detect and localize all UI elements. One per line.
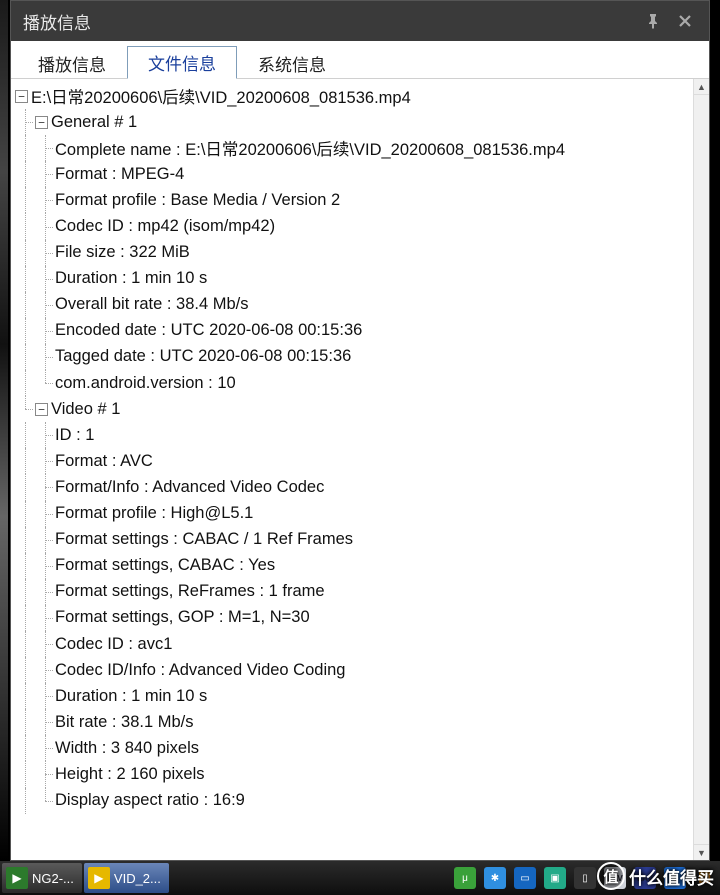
tree-item-1-5[interactable]: Format settings, CABAC : Yes xyxy=(15,553,693,579)
phone-icon[interactable]: ▯ xyxy=(574,867,596,889)
tree-item-0-4-label: File size : 322 MiB xyxy=(55,243,190,262)
tree-item-1-2[interactable]: Format/Info : Advanced Video Codec xyxy=(15,474,693,500)
vertical-scrollbar[interactable]: ▲ ▼ xyxy=(693,79,709,860)
utorrent-icon[interactable]: μ xyxy=(454,867,476,889)
tree-item-0-7[interactable]: Encoded date : UTC 2020-06-08 00:15:36 xyxy=(15,318,693,344)
tree-item-1-12[interactable]: Width : 3 840 pixels xyxy=(15,735,693,761)
tree-item-0-5[interactable]: Duration : 1 min 10 s xyxy=(15,266,693,292)
tree-item-1-13-label: Height : 2 160 pixels xyxy=(55,765,205,784)
taskbar-task-1[interactable]: ▶ VID_2... xyxy=(84,863,169,893)
system-tray: μ ✱ ▭ ▣ ▯ LAV LAV ✲ 📶 xyxy=(454,867,720,889)
tree-item-1-3-label: Format profile : High@L5.1 xyxy=(55,504,253,523)
tab-0[interactable]: 播放信息 xyxy=(17,46,127,79)
lav-video-icon[interactable]: LAV xyxy=(634,867,656,889)
tree-item-0-5-label: Duration : 1 min 10 s xyxy=(55,269,207,288)
pin-button[interactable] xyxy=(641,9,665,33)
lav-splitter-icon[interactable]: LAV xyxy=(604,867,626,889)
tree-section-0-label: General # 1 xyxy=(51,113,137,132)
tree-item-0-8[interactable]: Tagged date : UTC 2020-06-08 00:15:36 xyxy=(15,344,693,370)
wifi-icon[interactable]: 📶 xyxy=(694,867,716,889)
tab-1[interactable]: 文件信息 xyxy=(127,46,237,79)
tree-item-1-8-label: Codec ID : avc1 xyxy=(55,635,172,654)
tree-item-1-5-label: Format settings, CABAC : Yes xyxy=(55,556,275,575)
tree-section-1-label: Video # 1 xyxy=(51,400,120,419)
tree-item-1-7-label: Format settings, GOP : M=1, N=30 xyxy=(55,608,310,627)
tree-item-0-9[interactable]: com.android.version : 10 xyxy=(15,370,693,396)
tree-item-1-6-label: Format settings, ReFrames : 1 frame xyxy=(55,582,325,601)
tree-item-1-1-label: Format : AVC xyxy=(55,452,153,471)
tree-item-0-9-label: com.android.version : 10 xyxy=(55,374,236,393)
tree-section-1[interactable]: −Video # 1 xyxy=(15,396,693,422)
tree-item-0-7-label: Encoded date : UTC 2020-06-08 00:15:36 xyxy=(55,321,362,340)
scroll-up-button[interactable]: ▲ xyxy=(694,79,709,95)
task-icon: ▶ xyxy=(88,867,110,889)
tree-item-0-3[interactable]: Codec ID : mp42 (isom/mp42) xyxy=(15,213,693,239)
tree-item-1-4-label: Format settings : CABAC / 1 Ref Frames xyxy=(55,530,353,549)
taskbar: ▶ NG2-... ▶ VID_2... μ ✱ ▭ ▣ ▯ LAV LAV ✲ 📶 xyxy=(0,861,720,895)
tree-item-1-10[interactable]: Duration : 1 min 10 s xyxy=(15,683,693,709)
tree-item-0-8-label: Tagged date : UTC 2020-06-08 00:15:36 xyxy=(55,347,351,366)
tree-item-0-6[interactable]: Overall bit rate : 38.4 Mb/s xyxy=(15,292,693,318)
collapse-toggle[interactable]: − xyxy=(35,403,48,416)
tree-item-1-6[interactable]: Format settings, ReFrames : 1 frame xyxy=(15,579,693,605)
tree-root[interactable]: −E:\日常20200606\后续\VID_20200608_081536.mp… xyxy=(15,83,693,109)
taskbar-task-0[interactable]: ▶ NG2-... xyxy=(2,863,82,893)
tree-item-0-0-label: Complete name : E:\日常20200606\后续\VID_202… xyxy=(55,136,565,160)
tree-item-1-14[interactable]: Display aspect ratio : 16:9 xyxy=(15,788,693,814)
tree-root-label: E:\日常20200606\后续\VID_20200608_081536.mp4 xyxy=(31,84,411,108)
tree-item-1-12-label: Width : 3 840 pixels xyxy=(55,739,199,758)
tree-item-1-3[interactable]: Format profile : High@L5.1 xyxy=(15,501,693,527)
info-tree: −E:\日常20200606\后续\VID_20200608_081536.mp… xyxy=(11,79,693,860)
titlebar: 播放信息 xyxy=(11,1,709,41)
folder-icon[interactable]: ▣ xyxy=(544,867,566,889)
scroll-down-button[interactable]: ▼ xyxy=(694,844,709,860)
tree-item-0-3-label: Codec ID : mp42 (isom/mp42) xyxy=(55,217,275,236)
tree-item-1-14-label: Display aspect ratio : 16:9 xyxy=(55,791,245,810)
star-icon[interactable]: ✱ xyxy=(484,867,506,889)
tree-item-0-2[interactable]: Format profile : Base Media / Version 2 xyxy=(15,187,693,213)
tree-item-0-2-label: Format profile : Base Media / Version 2 xyxy=(55,191,340,210)
tree-item-1-1[interactable]: Format : AVC xyxy=(15,448,693,474)
tree-item-1-8[interactable]: Codec ID : avc1 xyxy=(15,631,693,657)
tree-section-0[interactable]: −General # 1 xyxy=(15,109,693,135)
background-strip xyxy=(0,0,8,861)
task-label: VID_2... xyxy=(114,871,161,886)
bluetooth-icon[interactable]: ✲ xyxy=(664,867,686,889)
task-label: NG2-... xyxy=(32,871,74,886)
tree-container: −E:\日常20200606\后续\VID_20200608_081536.mp… xyxy=(11,79,709,860)
close-button[interactable] xyxy=(673,9,697,33)
tree-item-1-13[interactable]: Height : 2 160 pixels xyxy=(15,761,693,787)
collapse-toggle[interactable]: − xyxy=(35,116,48,129)
tree-item-1-11[interactable]: Bit rate : 38.1 Mb/s xyxy=(15,709,693,735)
tree-item-0-6-label: Overall bit rate : 38.4 Mb/s xyxy=(55,295,249,314)
tree-item-1-4[interactable]: Format settings : CABAC / 1 Ref Frames xyxy=(15,527,693,553)
collapse-toggle[interactable]: − xyxy=(15,90,28,103)
tree-item-1-11-label: Bit rate : 38.1 Mb/s xyxy=(55,713,193,732)
tree-item-0-0[interactable]: Complete name : E:\日常20200606\后续\VID_202… xyxy=(15,135,693,161)
tree-item-1-7[interactable]: Format settings, GOP : M=1, N=30 xyxy=(15,605,693,631)
tab-2[interactable]: 系统信息 xyxy=(237,46,347,79)
tree-item-1-2-label: Format/Info : Advanced Video Codec xyxy=(55,478,324,497)
window-title: 播放信息 xyxy=(23,9,91,34)
tree-item-1-9[interactable]: Codec ID/Info : Advanced Video Coding xyxy=(15,657,693,683)
task-icon: ▶ xyxy=(6,867,28,889)
tree-item-1-10-label: Duration : 1 min 10 s xyxy=(55,687,207,706)
tree-item-0-4[interactable]: File size : 322 MiB xyxy=(15,240,693,266)
tree-item-1-0[interactable]: ID : 1 xyxy=(15,422,693,448)
tree-item-0-1-label: Format : MPEG-4 xyxy=(55,165,184,184)
tab-strip: 播放信息文件信息系统信息 xyxy=(11,41,709,79)
tree-item-1-9-label: Codec ID/Info : Advanced Video Coding xyxy=(55,661,345,680)
tree-item-1-0-label: ID : 1 xyxy=(55,426,94,445)
screenshot-icon[interactable]: ▭ xyxy=(514,867,536,889)
playback-info-panel: 播放信息 播放信息文件信息系统信息 −E:\日常20200606\后续\VID_… xyxy=(10,0,710,861)
tree-item-0-1[interactable]: Format : MPEG-4 xyxy=(15,161,693,187)
